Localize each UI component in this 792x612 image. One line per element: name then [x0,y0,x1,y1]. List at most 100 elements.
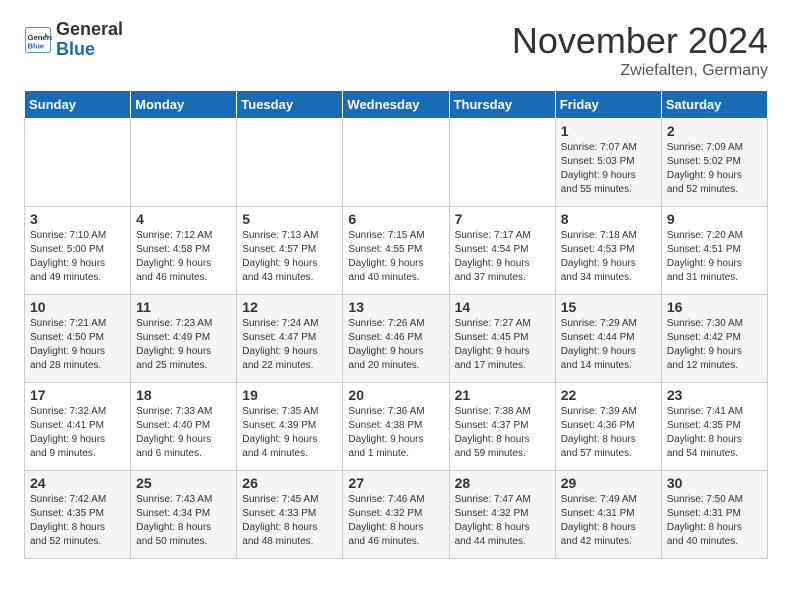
calendar-cell: 18 Sunrise: 7:33 AM Sunset: 4:40 PM Dayli… [131,383,237,471]
day-number: 23 [667,387,762,403]
calendar-cell: 23 Sunrise: 7:41 AM Sunset: 4:35 PM Dayli… [661,383,767,471]
weekday-header-wednesday: Wednesday [343,91,449,119]
calendar-cell: 1Sunrise: 7:07 AM Sunset: 5:03 PM Daylig… [555,119,661,207]
day-number: 17 [30,387,125,403]
weekday-header-monday: Monday [131,91,237,119]
logo: General Blue General Blue [24,20,123,60]
day-info: Sunrise: 7:50 AM Sunset: 4:31 PM Dayligh… [667,493,762,549]
day-info: Sunrise: 7:09 AM Sunset: 5:02 PM Dayligh… [667,141,762,197]
calendar-cell: 14 Sunrise: 7:27 AM Sunset: 4:45 PM Dayli… [449,295,555,383]
calendar-cell: 19 Sunrise: 7:35 AM Sunset: 4:39 PM Dayli… [237,383,343,471]
day-number: 18 [136,387,231,403]
day-info: Sunrise: 7:27 AM Sunset: 4:45 PM Dayligh… [455,317,550,373]
day-info: Sunrise: 7:07 AM Sunset: 5:03 PM Dayligh… [561,141,656,197]
day-info: Sunrise: 7:41 AM Sunset: 4:35 PM Dayligh… [667,405,762,461]
day-number: 29 [561,475,656,491]
calendar-week-5: 24Sunrise: 7:42 AM Sunset: 4:35 PM Dayli… [25,471,768,559]
day-info: Sunrise: 7:29 AM Sunset: 4:44 PM Dayligh… [561,317,656,373]
calendar-cell: 8 Sunrise: 7:18 AM Sunset: 4:53 PM Daylig… [555,207,661,295]
svg-text:General: General [28,33,53,42]
day-number: 21 [455,387,550,403]
calendar-cell: 4 Sunrise: 7:12 AM Sunset: 4:58 PM Daylig… [131,207,237,295]
calendar-cell: 15 Sunrise: 7:29 AM Sunset: 4:44 PM Dayli… [555,295,661,383]
calendar-cell: 6Sunrise: 7:15 AM Sunset: 4:55 PM Daylig… [343,207,449,295]
day-info: Sunrise: 7:30 AM Sunset: 4:42 PM Dayligh… [667,317,762,373]
day-number: 5 [242,211,337,227]
logo-line2: Blue [56,40,123,60]
day-number: 28 [455,475,550,491]
header: General Blue General Blue November 2024 … [24,20,768,80]
calendar-cell: 11 Sunrise: 7:23 AM Sunset: 4:49 PM Dayli… [131,295,237,383]
calendar-cell: 5Sunrise: 7:13 AM Sunset: 4:57 PM Daylig… [237,207,343,295]
weekday-header-row: SundayMondayTuesdayWednesdayThursdayFrid… [25,91,768,119]
day-number: 22 [561,387,656,403]
calendar-cell [449,119,555,207]
weekday-header-thursday: Thursday [449,91,555,119]
weekday-header-friday: Friday [555,91,661,119]
day-number: 8 [561,211,656,227]
calendar-cell: 29Sunrise: 7:49 AM Sunset: 4:31 PM Dayli… [555,471,661,559]
logo-icon: General Blue [24,26,52,54]
day-info: Sunrise: 7:23 AM Sunset: 4:49 PM Dayligh… [136,317,231,373]
day-info: Sunrise: 7:47 AM Sunset: 4:32 PM Dayligh… [455,493,550,549]
calendar-cell: 28 Sunrise: 7:47 AM Sunset: 4:32 PM Dayli… [449,471,555,559]
month-title: November 2024 [512,20,768,62]
day-info: Sunrise: 7:33 AM Sunset: 4:40 PM Dayligh… [136,405,231,461]
day-info: Sunrise: 7:24 AM Sunset: 4:47 PM Dayligh… [242,317,337,373]
day-number: 11 [136,299,231,315]
calendar-cell [25,119,131,207]
calendar-table: SundayMondayTuesdayWednesdayThursdayFrid… [24,90,768,559]
day-info: Sunrise: 7:35 AM Sunset: 4:39 PM Dayligh… [242,405,337,461]
day-number: 12 [242,299,337,315]
day-info: Sunrise: 7:12 AM Sunset: 4:58 PM Dayligh… [136,229,231,285]
calendar-cell [131,119,237,207]
calendar-cell: 25 Sunrise: 7:43 AM Sunset: 4:34 PM Dayli… [131,471,237,559]
calendar-cell: 20Sunrise: 7:36 AM Sunset: 4:38 PM Dayli… [343,383,449,471]
calendar-week-3: 10Sunrise: 7:21 AM Sunset: 4:50 PM Dayli… [25,295,768,383]
calendar-cell: 30 Sunrise: 7:50 AM Sunset: 4:31 PM Dayli… [661,471,767,559]
day-info: Sunrise: 7:17 AM Sunset: 4:54 PM Dayligh… [455,229,550,285]
day-number: 2 [667,123,762,139]
calendar-cell: 9 Sunrise: 7:20 AM Sunset: 4:51 PM Daylig… [661,207,767,295]
day-number: 30 [667,475,762,491]
calendar-week-1: 1Sunrise: 7:07 AM Sunset: 5:03 PM Daylig… [25,119,768,207]
day-number: 9 [667,211,762,227]
calendar-cell: 27Sunrise: 7:46 AM Sunset: 4:32 PM Dayli… [343,471,449,559]
day-number: 14 [455,299,550,315]
calendar-cell: 10Sunrise: 7:21 AM Sunset: 4:50 PM Dayli… [25,295,131,383]
day-number: 24 [30,475,125,491]
day-info: Sunrise: 7:45 AM Sunset: 4:33 PM Dayligh… [242,493,337,549]
day-number: 16 [667,299,762,315]
day-number: 25 [136,475,231,491]
calendar-cell: 12 Sunrise: 7:24 AM Sunset: 4:47 PM Dayli… [237,295,343,383]
logo-line1: General [56,20,123,40]
svg-text:Blue: Blue [28,41,45,50]
calendar-cell: 17Sunrise: 7:32 AM Sunset: 4:41 PM Dayli… [25,383,131,471]
day-number: 13 [348,299,443,315]
weekday-header-tuesday: Tuesday [237,91,343,119]
day-number: 20 [348,387,443,403]
day-number: 19 [242,387,337,403]
calendar-cell: 24Sunrise: 7:42 AM Sunset: 4:35 PM Dayli… [25,471,131,559]
title-block: November 2024 Zwiefalten, Germany [512,20,768,80]
weekday-header-sunday: Sunday [25,91,131,119]
day-info: Sunrise: 7:43 AM Sunset: 4:34 PM Dayligh… [136,493,231,549]
day-number: 4 [136,211,231,227]
day-number: 3 [30,211,125,227]
calendar-week-2: 3Sunrise: 7:10 AM Sunset: 5:00 PM Daylig… [25,207,768,295]
day-info: Sunrise: 7:39 AM Sunset: 4:36 PM Dayligh… [561,405,656,461]
calendar-cell: 16 Sunrise: 7:30 AM Sunset: 4:42 PM Dayli… [661,295,767,383]
day-number: 26 [242,475,337,491]
day-info: Sunrise: 7:20 AM Sunset: 4:51 PM Dayligh… [667,229,762,285]
day-number: 15 [561,299,656,315]
calendar-week-4: 17Sunrise: 7:32 AM Sunset: 4:41 PM Dayli… [25,383,768,471]
calendar-cell: 3Sunrise: 7:10 AM Sunset: 5:00 PM Daylig… [25,207,131,295]
day-info: Sunrise: 7:21 AM Sunset: 4:50 PM Dayligh… [30,317,125,373]
day-number: 6 [348,211,443,227]
calendar-cell: 2 Sunrise: 7:09 AM Sunset: 5:02 PM Daylig… [661,119,767,207]
calendar-cell: 21Sunrise: 7:38 AM Sunset: 4:37 PM Dayli… [449,383,555,471]
day-info: Sunrise: 7:18 AM Sunset: 4:53 PM Dayligh… [561,229,656,285]
page: General Blue General Blue November 2024 … [0,0,792,579]
day-number: 27 [348,475,443,491]
day-info: Sunrise: 7:26 AM Sunset: 4:46 PM Dayligh… [348,317,443,373]
